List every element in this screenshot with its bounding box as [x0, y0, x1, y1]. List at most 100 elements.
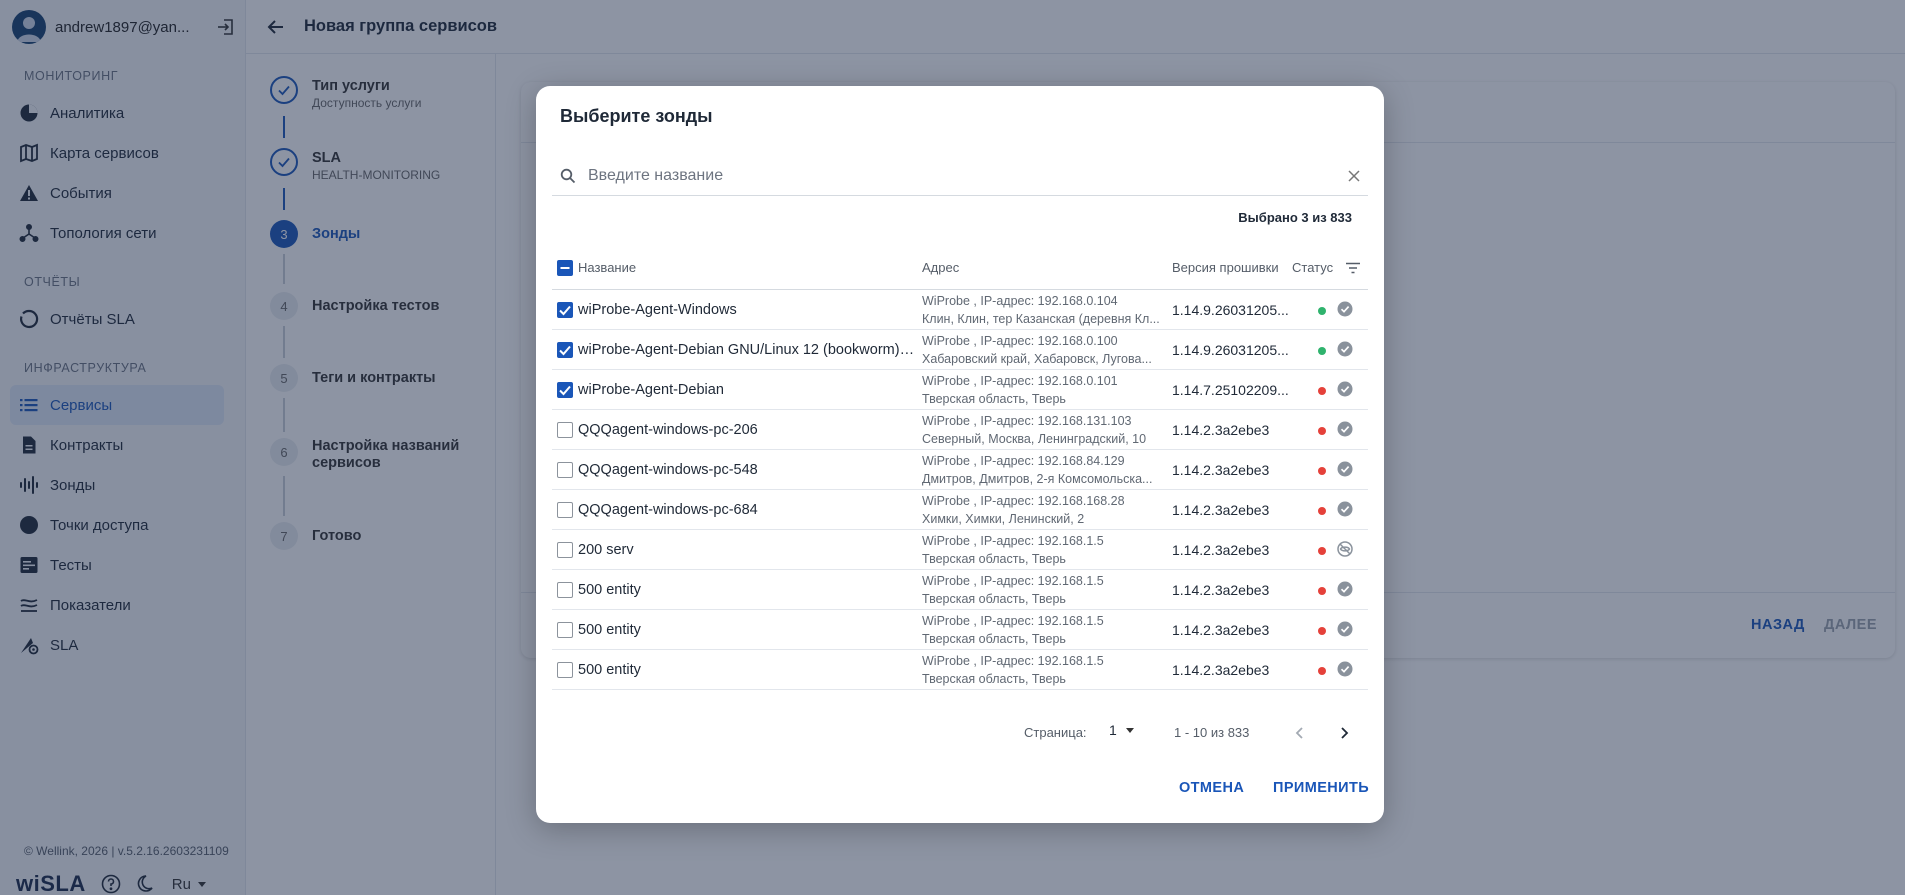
probe-ip: WiProbe , IP-адрес: 192.168.0.100: [922, 334, 1118, 348]
selected-count: Выбрано 3 из 833: [1238, 210, 1352, 225]
status-dot: [1318, 387, 1326, 395]
status-dot: [1318, 467, 1326, 475]
status-dot: [1318, 307, 1326, 315]
cancel-button[interactable]: ОТМЕНА: [1179, 780, 1244, 796]
probe-location: Хабаровский край, Хабаровск, Лугова...: [922, 352, 1152, 366]
check-circle-icon: [1336, 620, 1354, 638]
probe-ip: WiProbe , IP-адрес: 192.168.131.103: [922, 414, 1132, 428]
column-header-address[interactable]: Адрес: [922, 246, 959, 290]
status-dot: [1318, 547, 1326, 555]
status-dot: [1318, 587, 1326, 595]
table-row[interactable]: 500 entity WiProbe , IP-адрес: 192.168.1.…: [552, 610, 1368, 650]
probe-name: QQQagent-windows-pc-548: [578, 462, 758, 478]
row-checkbox[interactable]: [557, 582, 573, 598]
table-row[interactable]: QQQagent-windows-pc-548 WiProbe , IP-адре…: [552, 450, 1368, 490]
probe-address: WiProbe , IP-адрес: 192.168.0.101 Тверска…: [922, 372, 1162, 408]
close-icon[interactable]: [1344, 166, 1364, 186]
probe-ip: WiProbe , IP-адрес: 192.168.1.5: [922, 654, 1104, 668]
caret-down-icon: [1125, 728, 1134, 733]
status-dot: [1318, 507, 1326, 515]
column-header-status[interactable]: Статус: [1292, 246, 1333, 290]
probe-address: WiProbe , IP-адрес: 192.168.1.5 Тверская …: [922, 572, 1162, 608]
check-circle-icon: [1336, 660, 1354, 678]
eye-off-icon: [1336, 540, 1354, 558]
probe-location: Северный, Москва, Ленинградский, 10: [922, 432, 1147, 446]
table-row[interactable]: 500 entity WiProbe , IP-адрес: 192.168.1.…: [552, 570, 1368, 610]
table-row[interactable]: 500 entity WiProbe , IP-адрес: 192.168.1.…: [552, 650, 1368, 690]
row-checkbox[interactable]: [557, 502, 573, 518]
filter-icon[interactable]: [1345, 260, 1361, 276]
check-circle-icon: [1336, 580, 1354, 598]
select-probes-dialog: Выберите зонды Выбрано 3 из 833 Название…: [536, 86, 1384, 823]
probe-address: WiProbe , IP-адрес: 192.168.1.5 Тверская …: [922, 612, 1162, 648]
status-dot: [1318, 427, 1326, 435]
page-number: 1: [1109, 722, 1117, 738]
probe-name: QQQagent-windows-pc-684: [578, 502, 758, 518]
dialog-title: Выберите зонды: [560, 106, 713, 126]
probe-location: Дмитров, Дмитров, 2-я Комсомольска...: [922, 472, 1153, 486]
probe-name: wiProbe-Agent-Debian: [578, 382, 724, 398]
table-row[interactable]: QQQagent-windows-pc-684 WiProbe , IP-адре…: [552, 490, 1368, 530]
column-header-name[interactable]: Название: [578, 246, 636, 290]
row-checkbox[interactable]: [557, 462, 573, 478]
row-checkbox[interactable]: [557, 662, 573, 678]
table-row[interactable]: QQQagent-windows-pc-206 WiProbe , IP-адре…: [552, 410, 1368, 450]
probe-ip: WiProbe , IP-адрес: 192.168.1.5: [922, 534, 1104, 548]
table-header: Название Адрес Версия прошивки Статус: [552, 246, 1368, 290]
probe-address: WiProbe , IP-адрес: 192.168.84.129 Дмитро…: [922, 452, 1162, 488]
status-dot: [1318, 627, 1326, 635]
probes-table: Название Адрес Версия прошивки Статус wi…: [552, 246, 1368, 690]
search-input[interactable]: [588, 166, 1344, 185]
chevron-right-icon[interactable]: [1332, 721, 1356, 745]
probe-address: WiProbe , IP-адрес: 192.168.131.103 Север…: [922, 412, 1162, 448]
probe-address: WiProbe , IP-адрес: 192.168.1.5 Тверская …: [922, 532, 1162, 568]
probe-firmware: 1.14.2.3a2ebe3: [1172, 502, 1270, 518]
row-checkbox[interactable]: [557, 382, 573, 398]
column-header-firmware[interactable]: Версия прошивки: [1172, 246, 1279, 290]
probe-location: Тверская область, Тверь: [922, 592, 1066, 606]
probe-name: 500 entity: [578, 662, 641, 678]
probe-address: WiProbe , IP-адрес: 192.168.0.104 Клин, К…: [922, 292, 1162, 328]
table-row[interactable]: wiProbe-Agent-Debian WiProbe , IP-адрес: …: [552, 370, 1368, 410]
probe-ip: WiProbe , IP-адрес: 192.168.1.5: [922, 614, 1104, 628]
check-circle-icon: [1336, 340, 1354, 358]
row-checkbox[interactable]: [557, 422, 573, 438]
status-dot: [1318, 347, 1326, 355]
pager-label: Страница:: [1024, 725, 1087, 740]
probe-firmware: 1.14.9.26031205...: [1172, 302, 1289, 318]
chevron-left-icon[interactable]: [1288, 721, 1312, 745]
apply-button[interactable]: ПРИМЕНИТЬ: [1273, 780, 1369, 796]
probe-location: Тверская область, Тверь: [922, 552, 1066, 566]
probe-firmware: 1.14.2.3a2ebe3: [1172, 662, 1270, 678]
probe-location: Тверская область, Тверь: [922, 672, 1066, 686]
row-checkbox[interactable]: [557, 302, 573, 318]
probe-name: wiProbe-Agent-Windows: [578, 302, 737, 318]
probe-ip: WiProbe , IP-адрес: 192.168.0.104: [922, 294, 1118, 308]
probe-address: WiProbe , IP-адрес: 192.168.0.100 Хабаров…: [922, 332, 1162, 368]
probe-ip: WiProbe , IP-адрес: 192.168.0.101: [922, 374, 1118, 388]
probe-location: Клин, Клин, тер Казанская (деревня Кл...: [922, 312, 1160, 326]
probe-location: Химки, Химки, Ленинский, 2: [922, 512, 1085, 526]
search-box: [552, 156, 1368, 196]
probe-ip: WiProbe , IP-адрес: 192.168.84.129: [922, 454, 1125, 468]
check-circle-icon: [1336, 460, 1354, 478]
table-row[interactable]: wiProbe-Agent-Windows WiProbe , IP-адрес:…: [552, 290, 1368, 330]
search-icon: [558, 166, 578, 186]
probe-ip: WiProbe , IP-адрес: 192.168.168.28: [922, 494, 1125, 508]
row-checkbox[interactable]: [557, 622, 573, 638]
check-circle-icon: [1336, 300, 1354, 318]
pagination: Страница: 1 1 - 10 из 833: [536, 718, 1384, 748]
page-select[interactable]: 1: [1109, 722, 1137, 738]
table-row[interactable]: 200 serv WiProbe , IP-адрес: 192.168.1.5 Т…: [552, 530, 1368, 570]
row-checkbox[interactable]: [557, 542, 573, 558]
select-all-checkbox[interactable]: [557, 260, 573, 276]
probe-address: WiProbe , IP-адрес: 192.168.168.28 Химки,…: [922, 492, 1162, 528]
probe-name: 200 serv: [578, 542, 634, 558]
row-checkbox[interactable]: [557, 342, 573, 358]
table-row[interactable]: wiProbe-Agent-Debian GNU/Linux 12 (bookw…: [552, 330, 1368, 370]
probe-firmware: 1.14.2.3a2ebe3: [1172, 622, 1270, 638]
probe-address: WiProbe , IP-адрес: 192.168.1.5 Тверская …: [922, 652, 1162, 688]
probe-firmware: 1.14.2.3a2ebe3: [1172, 462, 1270, 478]
probe-location: Тверская область, Тверь: [922, 392, 1066, 406]
check-circle-icon: [1336, 420, 1354, 438]
